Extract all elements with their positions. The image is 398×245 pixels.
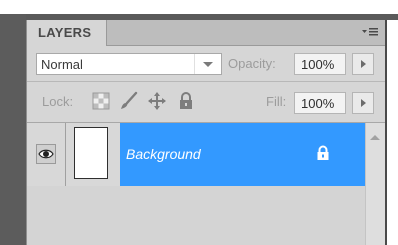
lock-transparent-pixels-icon[interactable]	[91, 91, 111, 111]
panel-tab-bar: LAYERS	[27, 20, 385, 46]
tab-layers-label: LAYERS	[38, 25, 92, 40]
lock-all-icon[interactable]	[176, 91, 196, 111]
layers-scrollbar[interactable]	[365, 123, 385, 245]
opacity-input[interactable]: 100%	[294, 53, 346, 75]
layers-panel: LAYERS Normal Opacity: 100% Lock: Fill: …	[26, 20, 387, 245]
lock-row: Lock: Fill: 100%	[27, 82, 385, 120]
panel-menu-icon[interactable]	[361, 25, 379, 39]
tab-layers[interactable]: LAYERS	[27, 20, 107, 46]
blend-mode-dropdown[interactable]: Normal	[36, 53, 222, 75]
fill-input[interactable]: 100%	[294, 92, 346, 114]
opacity-slider-button[interactable]	[352, 53, 374, 75]
blend-row: Normal Opacity: 100%	[27, 47, 385, 80]
layer-name: Background	[126, 146, 201, 162]
blend-mode-dropdown-button[interactable]	[194, 54, 221, 74]
fill-label: Fill:	[266, 94, 287, 109]
layer-row-background[interactable]: Background	[27, 123, 365, 186]
workspace-background-left	[0, 14, 26, 245]
layer-thumbnail	[74, 127, 108, 179]
blend-mode-value: Normal	[41, 57, 83, 72]
chevron-down-icon	[203, 62, 213, 67]
eye-icon[interactable]	[36, 144, 56, 164]
scroll-up-icon[interactable]	[370, 135, 380, 140]
fill-slider-button[interactable]	[352, 92, 374, 114]
lock-position-icon[interactable]	[147, 91, 167, 111]
opacity-value: 100%	[301, 57, 335, 72]
layer-lock-icon	[316, 145, 330, 161]
layer-visibility-cell[interactable]	[27, 123, 66, 186]
lock-label: Lock:	[42, 94, 74, 109]
fill-value: 100%	[301, 96, 335, 111]
layer-name-cell[interactable]: Background	[120, 123, 365, 186]
top-strip	[0, 0, 398, 14]
lock-image-pixels-icon[interactable]	[119, 91, 139, 111]
chevron-right-icon	[361, 60, 366, 68]
opacity-label: Opacity:	[228, 56, 276, 71]
layer-thumbnail-cell[interactable]	[66, 123, 120, 186]
layers-list: Background	[27, 123, 385, 245]
chevron-right-icon	[361, 99, 366, 107]
